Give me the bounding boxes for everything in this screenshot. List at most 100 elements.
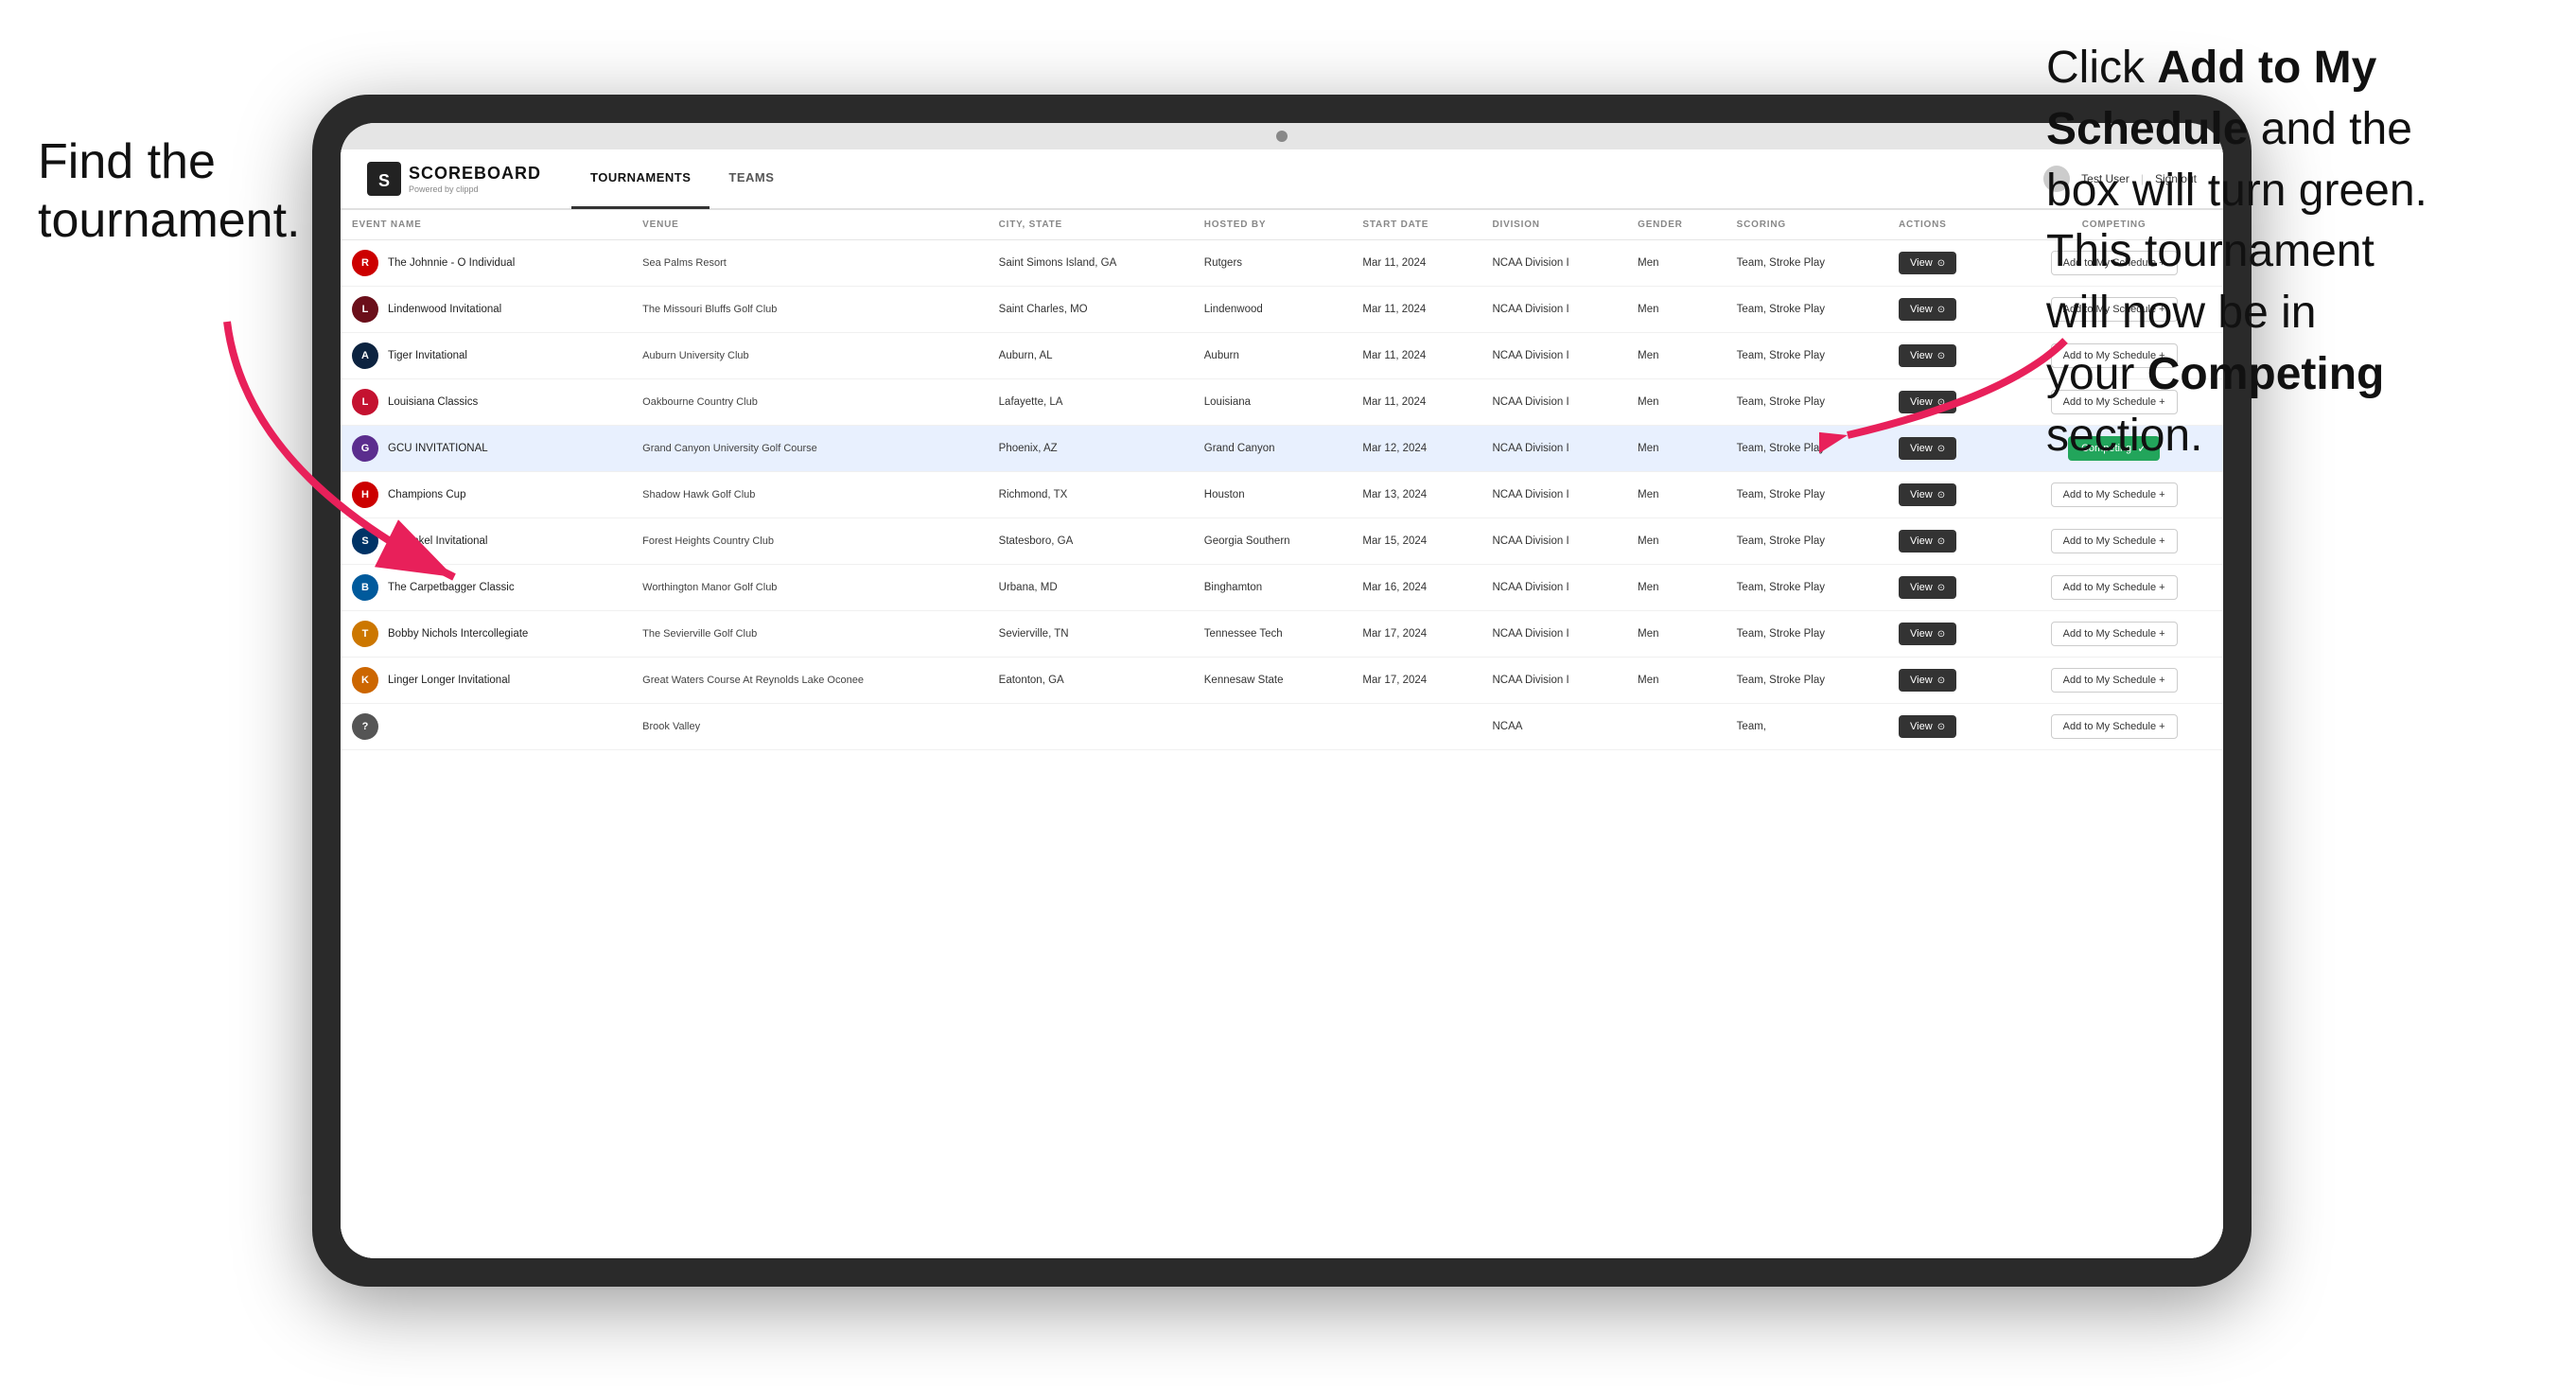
event-name-text: Linger Longer Invitational — [388, 675, 510, 686]
eye-icon: ⊙ — [1937, 305, 1945, 315]
view-button[interactable]: View ⊙ — [1899, 252, 1956, 274]
gender-cell: Men — [1626, 379, 1726, 426]
hosted-by-cell: Lindenwood — [1193, 287, 1352, 333]
gender-cell — [1626, 704, 1726, 750]
add-to-schedule-button[interactable]: Add to My Schedule + — [2051, 622, 2178, 646]
view-button[interactable]: View ⊙ — [1899, 715, 1956, 738]
division-cell: NCAA Division I — [1481, 333, 1627, 379]
add-to-schedule-button[interactable]: Add to My Schedule + — [2051, 714, 2178, 739]
view-button[interactable]: View ⊙ — [1899, 530, 1956, 553]
team-logo: ? — [352, 713, 378, 740]
venue-cell: Grand Canyon University Golf Course — [631, 426, 987, 472]
team-logo: T — [352, 621, 378, 647]
start-date-cell: Mar 15, 2024 — [1351, 518, 1481, 565]
division-cell: NCAA Division I — [1481, 565, 1627, 611]
col-hosted-by: HOSTED BY — [1193, 210, 1352, 240]
view-button[interactable]: View ⊙ — [1899, 576, 1956, 599]
col-start-date: START DATE — [1351, 210, 1481, 240]
view-button[interactable]: View ⊙ — [1899, 623, 1956, 645]
scoring-cell: Team, Stroke Play — [1726, 658, 1887, 704]
table-row: R The Johnnie - O Individual Sea Palms R… — [341, 240, 2223, 287]
col-venue: VENUE — [631, 210, 987, 240]
scoring-cell: Team, Stroke Play — [1726, 518, 1887, 565]
city-state-cell: Statesboro, GA — [988, 518, 1193, 565]
hosted-by-cell: Grand Canyon — [1193, 426, 1352, 472]
tab-tournaments[interactable]: TOURNAMENTS — [571, 149, 710, 209]
city-state-cell: Phoenix, AZ — [988, 426, 1193, 472]
start-date-cell: Mar 11, 2024 — [1351, 240, 1481, 287]
table-row: B The Carpetbagger Classic Worthington M… — [341, 565, 2223, 611]
eye-icon: ⊙ — [1937, 722, 1945, 732]
annotation-left: Find the tournament. — [38, 132, 301, 251]
arrow-left-icon — [170, 303, 473, 605]
add-to-schedule-button[interactable]: Add to My Schedule + — [2051, 668, 2178, 693]
event-name-cell: ? — [341, 704, 631, 750]
start-date-cell: Mar 17, 2024 — [1351, 611, 1481, 658]
view-button[interactable]: View ⊙ — [1899, 298, 1956, 321]
venue-cell: Worthington Manor Golf Club — [631, 565, 987, 611]
tablet-device: S SCOREBOARD Powered by clippd TOURNAMEN… — [312, 95, 2252, 1287]
hosted-by-cell: Binghamton — [1193, 565, 1352, 611]
col-scoring: SCORING — [1726, 210, 1887, 240]
start-date-cell: Mar 17, 2024 — [1351, 658, 1481, 704]
competing-cell: Add to My Schedule + — [2005, 565, 2223, 611]
hosted-by-cell — [1193, 704, 1352, 750]
hosted-by-cell: Auburn — [1193, 333, 1352, 379]
division-cell: NCAA Division I — [1481, 240, 1627, 287]
add-to-schedule-button[interactable]: Add to My Schedule + — [2051, 529, 2178, 553]
actions-cell: View ⊙ — [1887, 658, 2005, 704]
city-state-cell: Auburn, AL — [988, 333, 1193, 379]
add-to-schedule-button[interactable]: Add to My Schedule + — [2051, 575, 2178, 600]
gender-cell: Men — [1626, 518, 1726, 565]
actions-cell: View ⊙ — [1887, 704, 2005, 750]
start-date-cell: Mar 11, 2024 — [1351, 379, 1481, 426]
city-state-cell: Eatonton, GA — [988, 658, 1193, 704]
tab-teams[interactable]: TEAMS — [710, 149, 793, 209]
col-event-name: EVENT NAME — [341, 210, 631, 240]
city-state-cell: Lafayette, LA — [988, 379, 1193, 426]
svg-text:S: S — [378, 171, 390, 190]
eye-icon: ⊙ — [1937, 536, 1945, 547]
division-cell: NCAA Division I — [1481, 518, 1627, 565]
actions-cell: View ⊙ — [1887, 518, 2005, 565]
hosted-by-cell: Louisiana — [1193, 379, 1352, 426]
gender-cell: Men — [1626, 472, 1726, 518]
gender-cell: Men — [1626, 658, 1726, 704]
tablet-screen: S SCOREBOARD Powered by clippd TOURNAMEN… — [341, 123, 2223, 1258]
actions-cell: View ⊙ — [1887, 611, 2005, 658]
table-row: K Linger Longer Invitational Great Water… — [341, 658, 2223, 704]
scoring-cell: Team, Stroke Play — [1726, 565, 1887, 611]
eye-icon: ⊙ — [1937, 258, 1945, 269]
division-cell: NCAA — [1481, 704, 1627, 750]
col-gender: GENDER — [1626, 210, 1726, 240]
view-button[interactable]: View ⊙ — [1899, 669, 1956, 692]
competing-cell: Add to My Schedule + — [2005, 611, 2223, 658]
app-container: S SCOREBOARD Powered by clippd TOURNAMEN… — [341, 149, 2223, 1258]
eye-icon: ⊙ — [1937, 675, 1945, 686]
start-date-cell — [1351, 704, 1481, 750]
col-division: DIVISION — [1481, 210, 1627, 240]
city-state-cell: Urbana, MD — [988, 565, 1193, 611]
hosted-by-cell: Tennessee Tech — [1193, 611, 1352, 658]
scoring-cell: Team, — [1726, 704, 1887, 750]
event-name-text: The Johnnie - O Individual — [388, 257, 515, 269]
venue-cell: Great Waters Course At Reynolds Lake Oco… — [631, 658, 987, 704]
start-date-cell: Mar 11, 2024 — [1351, 333, 1481, 379]
venue-cell: Sea Palms Resort — [631, 240, 987, 287]
eye-icon: ⊙ — [1937, 583, 1945, 593]
start-date-cell: Mar 12, 2024 — [1351, 426, 1481, 472]
table-body: R The Johnnie - O Individual Sea Palms R… — [341, 240, 2223, 750]
hosted-by-cell: Rutgers — [1193, 240, 1352, 287]
table-row: T Bobby Nichols Intercollegiate The Sevi… — [341, 611, 2223, 658]
col-actions: ACTIONS — [1887, 210, 2005, 240]
logo-area: S SCOREBOARD Powered by clippd — [367, 162, 541, 196]
event-name-cell: R The Johnnie - O Individual — [341, 240, 631, 287]
division-cell: NCAA Division I — [1481, 658, 1627, 704]
team-logo: K — [352, 667, 378, 693]
venue-cell: Forest Heights Country Club — [631, 518, 987, 565]
logo-text: SCOREBOARD — [409, 164, 541, 184]
start-date-cell: Mar 11, 2024 — [1351, 287, 1481, 333]
city-state-cell: Sevierville, TN — [988, 611, 1193, 658]
gender-cell: Men — [1626, 287, 1726, 333]
table-header-row: EVENT NAME VENUE CITY, STATE HOSTED BY S… — [341, 210, 2223, 240]
